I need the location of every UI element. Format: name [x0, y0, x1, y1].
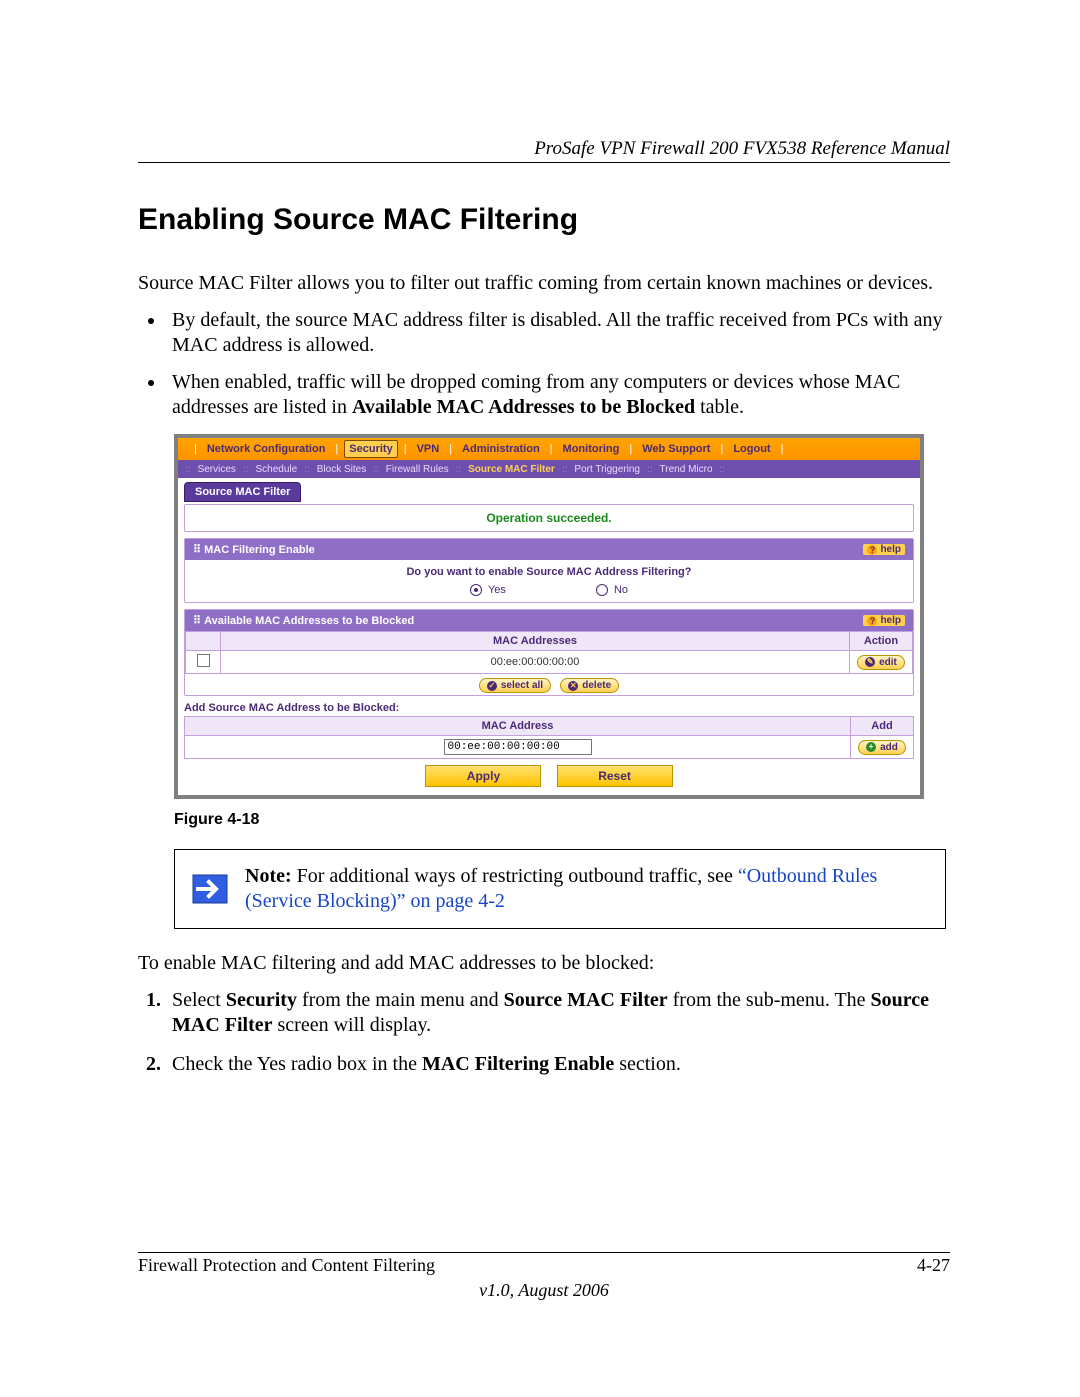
- radio-yes-label: Yes: [488, 584, 506, 596]
- intro-paragraph: Source MAC Filter allows you to filter o…: [138, 271, 950, 296]
- reset-button[interactable]: Reset: [557, 765, 673, 787]
- status-message: Operation succeeded.: [184, 504, 914, 532]
- bullet-2-bold: Available MAC Addresses to be Blocked: [352, 396, 695, 418]
- footer-page-number: 4-27: [917, 1255, 950, 1276]
- step-1: Select Security from the main menu and S…: [166, 988, 950, 1038]
- col-checkbox: [186, 632, 221, 651]
- note-box: Note: For additional ways of restricting…: [174, 849, 946, 929]
- col-action: Action: [850, 632, 913, 651]
- table-row: 00:ee:00:00:00:00 ✎ edit: [186, 651, 913, 674]
- select-all-icon: ✓: [487, 681, 497, 691]
- subnav-firewall-rules[interactable]: Firewall Rules: [382, 464, 453, 475]
- section-title: Enabling Source MAC Filtering: [138, 203, 950, 237]
- note-body: For additional ways of restricting outbo…: [292, 865, 738, 887]
- nav-web-support[interactable]: Web Support: [638, 443, 714, 455]
- tab-source-mac-filter[interactable]: Source MAC Filter: [184, 482, 301, 502]
- panel-mac-filtering-enable: ⠿ MAC Filtering Enable help Do you want …: [184, 538, 914, 603]
- note-text: Note: For additional ways of restricting…: [245, 850, 945, 928]
- footer-rule: [138, 1252, 950, 1253]
- figure-caption: Figure 4-18: [174, 811, 950, 829]
- router-ui: | Network Configuration | Security | VPN…: [174, 434, 924, 799]
- enable-question: Do you want to enable Source MAC Address…: [195, 566, 903, 578]
- nav-network-configuration[interactable]: Network Configuration: [203, 443, 330, 455]
- panel1-help[interactable]: help: [863, 544, 905, 555]
- panel2-help[interactable]: help: [863, 615, 905, 626]
- add-mac-table: MAC Address Add + add: [184, 716, 914, 759]
- subnav-block-sites[interactable]: Block Sites: [313, 464, 370, 475]
- panel-available-mac: ⠿ Available MAC Addresses to be Blocked …: [184, 609, 914, 696]
- bullet-list: By default, the source MAC address filte…: [138, 308, 950, 420]
- note-icon: [175, 850, 245, 928]
- mac-table: MAC Addresses Action 00:ee:00:00:00:00 ✎…: [185, 631, 913, 674]
- sub-nav[interactable]: :: Services :: Schedule :: Block Sites :…: [178, 460, 920, 478]
- radio-yes[interactable]: Yes: [470, 584, 506, 596]
- running-head: ProSafe VPN Firewall 200 FVX538 Referenc…: [138, 138, 950, 160]
- subnav-schedule[interactable]: Schedule: [251, 464, 301, 475]
- bullet-2: When enabled, traffic will be dropped co…: [166, 370, 950, 420]
- after-note-intro: To enable MAC filtering and add MAC addr…: [138, 951, 950, 976]
- row-mac-value: 00:ee:00:00:00:00: [221, 651, 850, 674]
- col-mac-addresses: MAC Addresses: [221, 632, 850, 651]
- radio-yes-icon: [470, 584, 482, 596]
- add-button[interactable]: + add: [858, 740, 906, 755]
- row-checkbox[interactable]: [197, 654, 210, 667]
- nav-security[interactable]: Security: [344, 440, 397, 458]
- mac-address-input[interactable]: [444, 739, 592, 755]
- bullet-1: By default, the source MAC address filte…: [166, 308, 950, 358]
- radio-no-label: No: [614, 584, 628, 596]
- delete-icon: ✕: [568, 681, 578, 691]
- footer-section: Firewall Protection and Content Filterin…: [138, 1255, 435, 1276]
- subnav-port-triggering[interactable]: Port Triggering: [570, 464, 644, 475]
- figure-4-18: | Network Configuration | Security | VPN…: [174, 434, 950, 829]
- edit-button[interactable]: ✎ edit: [857, 655, 905, 670]
- select-all-button[interactable]: ✓ select all: [479, 678, 551, 693]
- nav-monitoring[interactable]: Monitoring: [559, 443, 624, 455]
- bullet-2-post: table.: [695, 396, 744, 418]
- delete-button[interactable]: ✕ delete: [560, 678, 619, 693]
- step-2: Check the Yes radio box in the MAC Filte…: [166, 1052, 950, 1077]
- nav-vpn[interactable]: VPN: [413, 443, 444, 455]
- radio-no[interactable]: No: [596, 584, 628, 596]
- panel1-title: ⠿ MAC Filtering Enable: [193, 543, 315, 556]
- radio-no-icon: [596, 584, 608, 596]
- edit-icon: ✎: [865, 657, 875, 667]
- footer-version: v1.0, August 2006: [138, 1280, 950, 1301]
- add-icon: +: [866, 742, 876, 752]
- header-rule: [138, 162, 950, 163]
- tab-row: Source MAC Filter: [178, 478, 920, 502]
- subnav-source-mac-filter[interactable]: Source MAC Filter: [464, 464, 559, 475]
- page-footer: Firewall Protection and Content Filterin…: [138, 1252, 950, 1301]
- subnav-trend-micro[interactable]: Trend Micro: [656, 464, 717, 475]
- apply-button[interactable]: Apply: [425, 765, 541, 787]
- note-label: Note:: [245, 865, 292, 887]
- add-col-mac: MAC Address: [185, 717, 851, 736]
- nav-logout[interactable]: Logout: [729, 443, 774, 455]
- add-col-add: Add: [851, 717, 914, 736]
- panel2-title: ⠿ Available MAC Addresses to be Blocked: [193, 614, 414, 627]
- subnav-services[interactable]: Services: [194, 464, 240, 475]
- main-nav[interactable]: | Network Configuration | Security | VPN…: [178, 438, 920, 460]
- steps-list: Select Security from the main menu and S…: [138, 988, 950, 1077]
- nav-administration[interactable]: Administration: [458, 443, 544, 455]
- add-section-title: Add Source MAC Address to be Blocked:: [184, 702, 914, 714]
